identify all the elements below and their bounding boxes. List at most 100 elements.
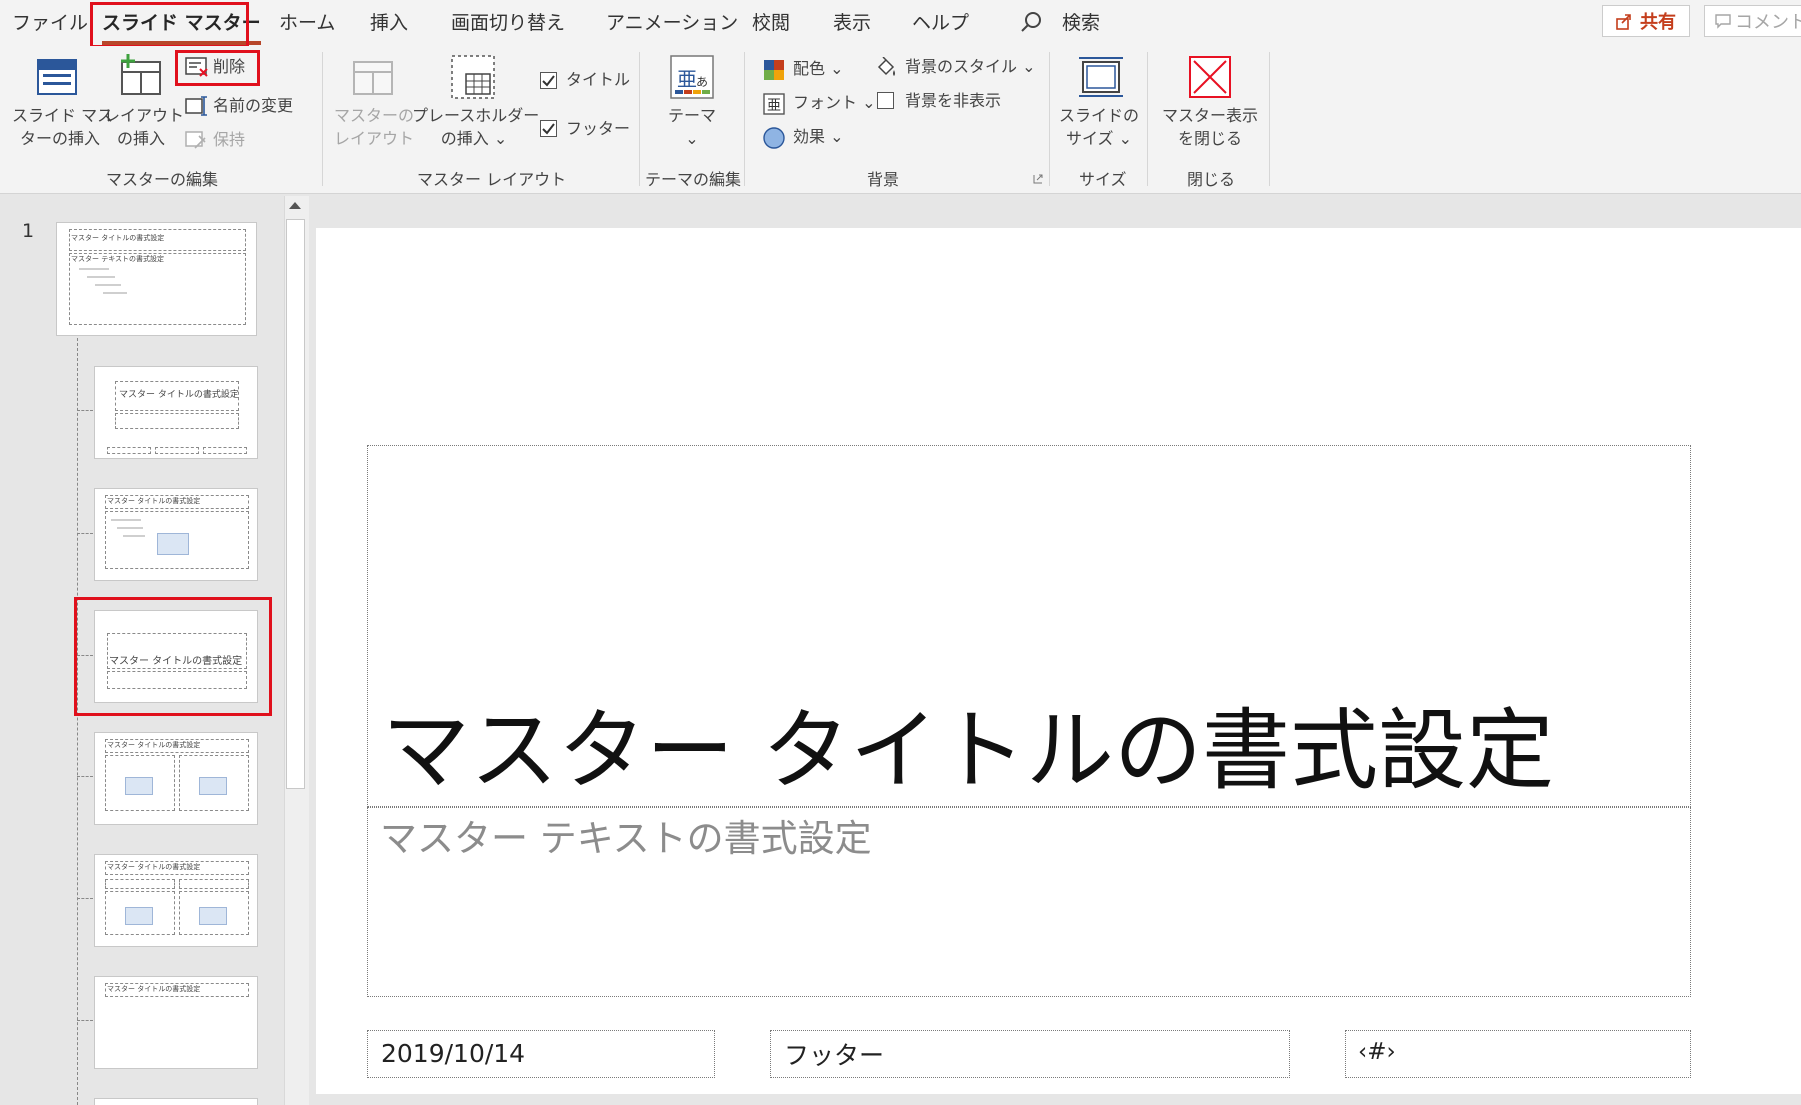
close-master-view-button[interactable] (1188, 55, 1232, 99)
group-label-background: 背景 (867, 170, 900, 189)
tab-search[interactable]: 検索 (1062, 8, 1100, 35)
thumb-left-header (105, 879, 175, 889)
background-styles-button[interactable]: 背景のスタイル ⌄ (875, 55, 1036, 81)
group-label-edit-theme: テーマの編集 (645, 170, 742, 189)
tab-home[interactable]: ホーム (279, 8, 335, 35)
layout-thumbnail-blank[interactable] (94, 1098, 258, 1105)
thumb-right-header (179, 879, 249, 889)
hide-background-checkbox[interactable] (877, 92, 894, 109)
fonts-label: フォント ⌄ (793, 93, 876, 112)
ribbon-separator (1049, 52, 1050, 186)
tree-connector (77, 898, 93, 899)
theme-line1: テーマ (667, 106, 716, 125)
insert-slide-master-label[interactable]: スライド マス ターの挿入 (12, 104, 114, 150)
selected-layout-highlight-box (74, 597, 272, 716)
tab-animations[interactable]: アニメーション (606, 8, 738, 35)
insert-layout-label[interactable]: レイアウト の挿入 (104, 104, 184, 150)
scrollbar-thumb[interactable] (286, 219, 305, 789)
comment-icon (1715, 14, 1731, 29)
insert-placeholder-button[interactable] (450, 54, 496, 100)
hide-background-label[interactable]: 背景を非表示 (905, 89, 1001, 112)
footer-checkbox[interactable] (540, 120, 557, 137)
search-icon[interactable] (1020, 10, 1044, 34)
slide-size-icon (1079, 57, 1123, 97)
tree-connector (77, 410, 93, 411)
thumb-content-icons (199, 907, 227, 925)
layout-thumbnail-comparison[interactable]: マスター タイトルの書式設定 (94, 854, 258, 947)
checkmark-icon (542, 123, 555, 135)
tab-review[interactable]: 校閲 (752, 8, 790, 35)
tab-help[interactable]: ヘルプ (912, 8, 969, 35)
delete-highlight-box (175, 50, 260, 86)
title-checkbox[interactable] (540, 72, 557, 89)
tree-connector (77, 533, 93, 534)
colors-button[interactable]: 配色 ⌄ (763, 57, 863, 83)
thumbnail-tree-line (77, 338, 78, 1105)
title-checkbox-label[interactable]: タイトル (566, 68, 630, 91)
date-text[interactable]: 2019/10/14 (381, 1039, 525, 1068)
thumb-title-text: マスター タイトルの書式設定 (119, 390, 239, 400)
dialog-launcher-icon[interactable] (1033, 174, 1043, 184)
slide-size-label[interactable]: スライドのサイズ ⌄ (1056, 104, 1142, 150)
tree-connector (77, 1020, 93, 1021)
insert-slide-master-button[interactable] (36, 58, 78, 96)
tab-transitions[interactable]: 画面切り替え (451, 8, 565, 35)
insert-layout-button[interactable] (118, 54, 164, 98)
theme-icon: 亜あ (670, 55, 714, 99)
footer-checkbox-label[interactable]: フッター (566, 117, 630, 140)
ribbon-separator (744, 52, 745, 186)
scroll-up-arrow-icon[interactable] (289, 202, 301, 209)
slide-size-button[interactable] (1077, 56, 1125, 98)
svg-text:亜: 亜 (767, 98, 781, 114)
thumb-title-text: マスター タイトルの書式設定 (71, 234, 165, 242)
master-layout-line2: レイアウト (334, 129, 415, 148)
slide-number-placeholder[interactable] (1345, 1030, 1691, 1078)
tab-insert[interactable]: 挿入 (370, 8, 408, 35)
master-slide-number: 1 (22, 220, 35, 242)
slide-title-text[interactable]: マスター タイトルの書式設定 (382, 680, 1554, 807)
theme-label[interactable]: テーマ ⌄ (652, 104, 732, 150)
comment-button[interactable]: コメント (1704, 5, 1801, 37)
thumb-content-icons (199, 777, 227, 795)
thumb-title-text: マスター タイトルの書式設定 (107, 985, 201, 993)
powerpoint-window: ファイル スライド マスター ホーム 挿入 画面切り替え アニメーション 校閲 … (0, 0, 1801, 1105)
rename-icon (185, 96, 207, 116)
master-layout-button[interactable] (352, 60, 394, 96)
tab-file[interactable]: ファイル (12, 8, 88, 35)
footer-text[interactable]: フッター (784, 1036, 884, 1072)
slide-number-text[interactable]: ‹#› (1358, 1039, 1396, 1065)
insert-placeholder-label[interactable]: プレースホルダー の挿入 ⌄ (412, 104, 539, 150)
effects-button[interactable]: 効果 ⌄ (763, 125, 863, 151)
thumb-title-text: マスター タイトルの書式設定 (107, 741, 201, 749)
share-label: 共有 (1640, 12, 1676, 33)
layout-thumbnail-two-content[interactable]: マスター タイトルの書式設定 (94, 732, 258, 825)
layout-thumbnail-title[interactable]: マスター タイトルの書式設定 (94, 366, 258, 459)
slide-size-line2: サイズ ⌄ (1065, 129, 1132, 148)
tree-connector (77, 776, 93, 777)
thumb-bullet-line (117, 527, 143, 529)
placeholder-icon (451, 55, 495, 99)
checkmark-icon (542, 75, 555, 87)
share-button[interactable]: 共有 (1602, 5, 1690, 37)
fonts-button[interactable]: 亜 フォント ⌄ (763, 91, 876, 117)
layout-thumbnail-title-only[interactable]: マスター タイトルの書式設定 (94, 976, 258, 1069)
ribbon: スライド マス ターの挿入 レイアウト の挿入 削除 名前の変更 保持 マスターの編… (0, 46, 1801, 194)
close-master-view-label[interactable]: マスター表示 を閉じる (1158, 104, 1262, 150)
font-icon: 亜 (763, 93, 785, 115)
layout-thumbnail-title-content[interactable]: マスター タイトルの書式設定 (94, 488, 258, 581)
master-layout-label[interactable]: マスターの レイアウト (334, 104, 414, 150)
tab-view[interactable]: 表示 (833, 8, 871, 35)
preserve-button[interactable]: 保持 (183, 128, 263, 152)
ribbon-separator (1269, 52, 1270, 186)
rename-button[interactable]: 名前の変更 (183, 94, 303, 118)
preserve-label: 保持 (213, 130, 246, 149)
thumb-bullet-line (123, 535, 145, 537)
slide-size-line1: スライドの (1058, 106, 1139, 125)
effects-label: 効果 ⌄ (793, 127, 844, 146)
slide-master-thumbnail[interactable]: マスター タイトルの書式設定 マスター テキストの書式設定 (56, 222, 257, 336)
insert-slide-master-line1: スライド マス (12, 106, 114, 125)
slide-subtitle-text[interactable]: マスター テキストの書式設定 (380, 808, 872, 862)
theme-button[interactable]: 亜あ (669, 54, 715, 100)
slide-master-icon (37, 59, 77, 95)
theme-dropdown: ⌄ (685, 129, 699, 148)
